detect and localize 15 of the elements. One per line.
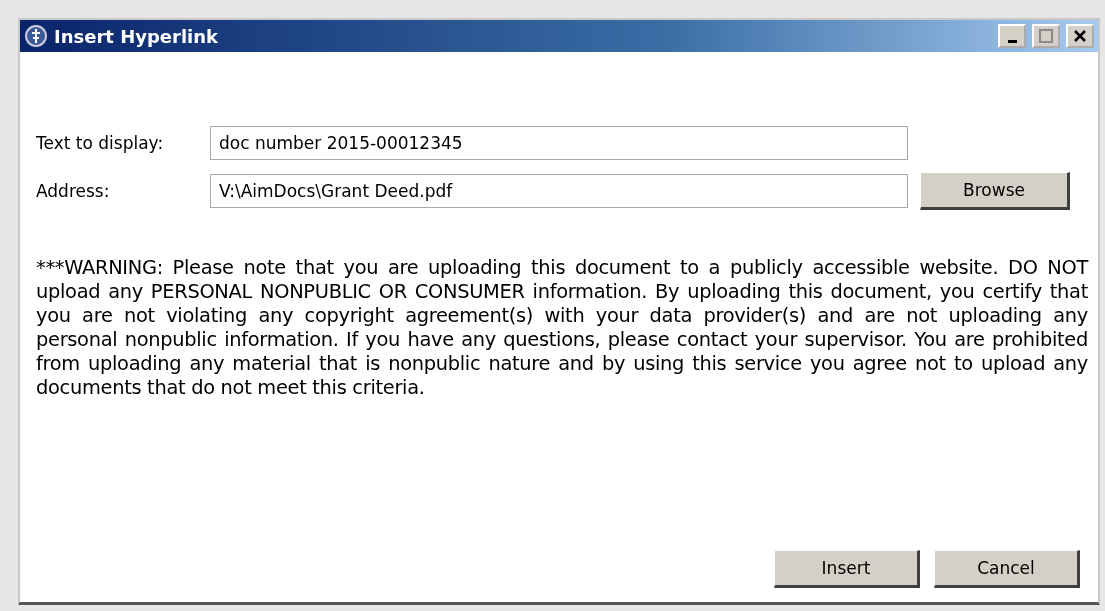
warning-text: ***WARNING: Please note that you are uploading this document to a publicly accessible website. DO NOT upload any PERSONAL NONPUBLIC OR CONSUMER information. By uploading this document, you certify that you are not violating any copyright agreement(s) with your data provider(s) and are not uploading any personal nonpublic information. If you have any questions, please contact your supervisor. You are prohibited from uploading any material that is nonpublic nature and by using this service you agree not to upload any documents that do not meet this criteria. [36, 256, 1088, 400]
window-title: Insert Hyperlink [54, 25, 220, 47]
field-label: Address: [36, 181, 111, 201]
minimize-button[interactable] [998, 24, 1026, 48]
field-label: Text to display: [36, 133, 165, 153]
maximize-button[interactable] [1032, 24, 1060, 48]
minimize-icon [1007, 39, 1017, 43]
browse-button[interactable]: Browse [920, 172, 1070, 210]
input-field[interactable]: doc number 2015-00012345 [210, 126, 908, 160]
dialog-button[interactable]: Insert [774, 550, 920, 588]
dialog-button[interactable]: Cancel [934, 550, 1080, 588]
input-field[interactable]: V:\AimDocs\Grant Deed.pdf [210, 174, 908, 208]
close-icon [1073, 29, 1087, 43]
close-button[interactable] [1066, 24, 1094, 48]
maximize-icon [1039, 29, 1053, 43]
